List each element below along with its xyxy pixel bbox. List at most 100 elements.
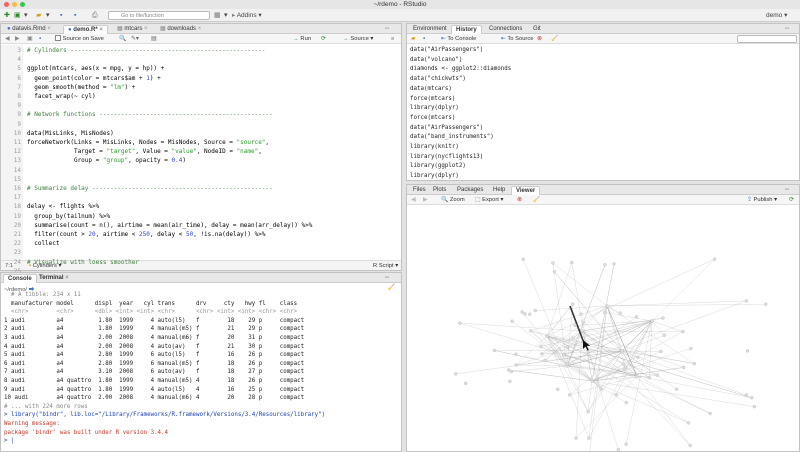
network-node[interactable] — [618, 311, 622, 315]
history-entry[interactable]: library(ggplot2) — [410, 162, 466, 172]
network-node[interactable] — [571, 336, 575, 340]
network-node[interactable] — [624, 400, 628, 405]
network-node[interactable] — [647, 376, 652, 380]
network-node[interactable] — [458, 321, 462, 325]
history-entry[interactable]: library(dplyr) — [410, 172, 459, 182]
history-entry[interactable]: data("AirPassengers") — [410, 46, 483, 56]
back-arrow-icon[interactable]: ◀ — [5, 35, 9, 43]
network-node[interactable] — [579, 312, 583, 316]
project-menu[interactable]: demo ▾ — [766, 11, 787, 20]
tab-history[interactable]: History — [451, 25, 482, 34]
network-node[interactable] — [453, 372, 458, 376]
network-node[interactable] — [565, 345, 569, 349]
tab-environment[interactable]: Environment — [409, 25, 451, 34]
close-window-button[interactable] — [4, 2, 9, 7]
outline-icon[interactable]: ≡ — [391, 35, 394, 43]
network-node[interactable] — [510, 319, 514, 323]
network-node[interactable] — [571, 302, 575, 306]
history-entry[interactable]: data("volcano") — [410, 56, 462, 66]
pane-maximize-icon[interactable]: ▫▫ — [781, 25, 793, 34]
network-node[interactable] — [514, 363, 518, 367]
tab-git[interactable]: Git — [529, 25, 545, 34]
network-node[interactable] — [614, 392, 618, 397]
force-network-graph[interactable] — [407, 206, 799, 451]
history-entry[interactable]: data("AirPassengers") — [410, 124, 483, 134]
pane-maximize-icon[interactable]: ▫▫ — [381, 25, 393, 34]
tab-demo-r[interactable]: ● demo.R* × — [63, 25, 108, 34]
network-node[interactable] — [586, 410, 590, 414]
history-entry[interactable]: data("chickwts") — [410, 75, 466, 85]
tab-connections[interactable]: Connections — [485, 25, 526, 34]
network-node[interactable] — [605, 304, 609, 308]
network-node[interactable] — [573, 323, 577, 328]
forward-arrow-icon[interactable]: ▶ — [423, 196, 427, 204]
network-node[interactable] — [621, 362, 626, 367]
network-node[interactable] — [650, 319, 654, 323]
zoom-button[interactable]: 🔍 Zoom — [441, 196, 465, 204]
pane-maximize-icon[interactable]: ▫▫ — [381, 274, 393, 283]
load-history-icon[interactable]: ▰ — [411, 35, 415, 43]
network-node[interactable] — [565, 362, 570, 366]
print-icon[interactable]: ⎙ — [92, 11, 98, 20]
network-node[interactable] — [708, 411, 712, 416]
clear-history-icon[interactable]: 🧹 — [551, 35, 558, 43]
network-node[interactable] — [612, 262, 616, 266]
rerun-icon[interactable]: ⟳ — [321, 35, 326, 43]
pane-maximize-icon[interactable]: ▫▫ — [781, 186, 793, 195]
tab-viewer[interactable]: Viewer — [511, 186, 541, 195]
file-type-dropdown[interactable]: R Script ▾ — [373, 262, 398, 270]
tab-files[interactable]: Files — [409, 186, 430, 195]
network-node[interactable] — [545, 334, 549, 338]
network-node[interactable] — [620, 349, 624, 353]
network-node[interactable] — [551, 261, 555, 265]
network-node[interactable] — [464, 381, 468, 386]
network-node[interactable] — [750, 396, 754, 400]
network-node[interactable] — [744, 299, 749, 303]
network-node[interactable] — [574, 436, 578, 440]
network-node[interactable] — [580, 329, 584, 333]
history-entry[interactable]: force(mtcars) — [410, 114, 455, 124]
network-node[interactable] — [689, 346, 693, 351]
save-icon[interactable]: ▪ — [60, 11, 62, 20]
network-node[interactable] — [599, 387, 603, 391]
network-node[interactable] — [523, 312, 527, 316]
network-node[interactable] — [540, 352, 544, 356]
network-node[interactable] — [692, 361, 697, 366]
dropdown-icon[interactable]: ▾ — [224, 11, 228, 20]
show-in-window-icon[interactable]: ▣ — [27, 35, 32, 43]
forward-arrow-icon[interactable]: ▶ — [15, 35, 19, 43]
network-node[interactable] — [587, 436, 591, 440]
network-node[interactable] — [539, 344, 543, 349]
network-node[interactable] — [712, 257, 717, 261]
network-node[interactable] — [556, 387, 560, 392]
network-node[interactable] — [655, 373, 660, 377]
to-source-button[interactable]: ⇤ To Source — [501, 35, 533, 43]
export-button[interactable]: ⬚ Export ▾ — [475, 196, 503, 204]
network-node[interactable] — [681, 365, 686, 370]
compile-report-icon[interactable]: ▤ — [151, 35, 156, 43]
tab-packages[interactable]: Packages — [453, 186, 487, 195]
network-node[interactable] — [688, 443, 692, 448]
network-node[interactable] — [590, 379, 594, 383]
clear-console-icon[interactable]: 🧹 — [388, 284, 395, 291]
network-node[interactable] — [514, 352, 518, 356]
tab-terminal[interactable]: Terminal × — [35, 274, 73, 283]
network-node[interactable] — [661, 316, 665, 320]
refresh-icon[interactable]: ⟳ — [789, 196, 794, 204]
tab-plots[interactable]: Plots — [429, 186, 450, 195]
history-entry[interactable]: library(knitr) — [410, 143, 459, 153]
history-entry[interactable]: data(mtcars) — [410, 85, 452, 95]
source-button[interactable]: → Source ▾ — [343, 35, 373, 43]
network-node[interactable] — [623, 365, 628, 370]
network-node[interactable] — [686, 421, 691, 425]
history-search-input[interactable] — [737, 35, 797, 43]
publish-button[interactable]: ⇪ Publish ▾ — [747, 196, 777, 204]
code-tools-icon[interactable]: ✎▾ — [131, 35, 139, 43]
remove-viewer-icon[interactable]: ⊗ — [517, 196, 522, 204]
save-all-icon[interactable]: ▪ — [74, 11, 76, 20]
tab-console[interactable]: Console — [3, 274, 37, 283]
network-node[interactable] — [745, 349, 750, 353]
network-node[interactable] — [581, 320, 585, 324]
history-entry[interactable]: data("band_instruments") — [410, 133, 494, 143]
network-node[interactable] — [635, 374, 639, 378]
